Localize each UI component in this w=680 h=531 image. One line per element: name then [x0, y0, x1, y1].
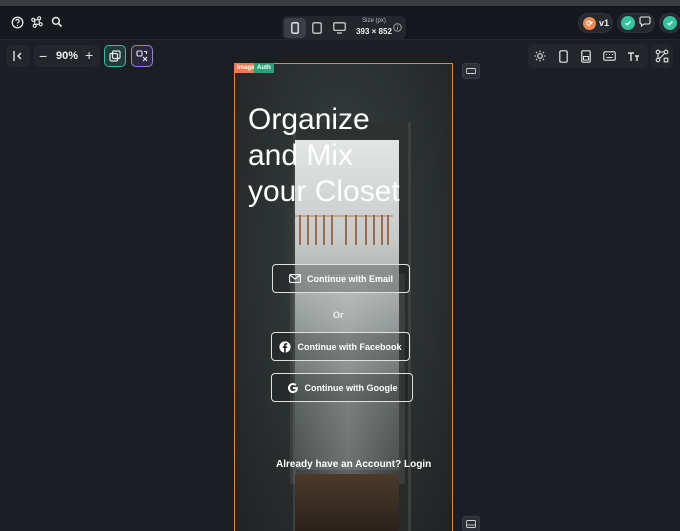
- search-icon[interactable]: [50, 15, 64, 29]
- google-button-label: Continue with Google: [304, 382, 398, 393]
- zoom-control: − 90% +: [34, 45, 100, 67]
- login-link[interactable]: Already have an Account? Login: [276, 459, 431, 470]
- desktop-device-button[interactable]: [328, 18, 350, 38]
- user-avatar-icon: ⟳: [583, 16, 596, 30]
- calculator-icon[interactable]: [579, 49, 593, 63]
- hanger: [387, 215, 389, 245]
- chat-icon: [639, 14, 651, 32]
- preview-tools: [528, 44, 648, 68]
- email-button-label: Continue with Email: [306, 273, 393, 284]
- continue-facebook-button[interactable]: Continue with Facebook: [271, 332, 410, 361]
- hanger: [307, 215, 309, 245]
- continue-google-button[interactable]: Continue with Google: [271, 373, 413, 402]
- mobile-preview-icon[interactable]: [556, 49, 570, 63]
- frame-height-handle[interactable]: [462, 516, 480, 531]
- hanger: [381, 215, 383, 245]
- hanger: [345, 215, 347, 245]
- design-mode-button[interactable]: [131, 45, 153, 67]
- version-label: v1: [599, 18, 610, 28]
- command-icon[interactable]: [30, 15, 44, 29]
- zoom-out-button[interactable]: −: [39, 48, 47, 64]
- collapse-left-icon: [13, 51, 22, 61]
- mail-icon: [289, 274, 301, 283]
- version-pill[interactable]: ⟳ v1: [578, 13, 613, 33]
- continue-email-button[interactable]: Continue with Email: [272, 264, 410, 293]
- tablet-icon: [312, 22, 322, 34]
- publish-pill[interactable]: [659, 13, 680, 33]
- hanger: [315, 215, 317, 245]
- facebook-icon: [279, 340, 292, 353]
- keyboard-icon[interactable]: [602, 49, 616, 63]
- status-pill[interactable]: [617, 13, 655, 33]
- copy-layers-icon: [109, 50, 121, 62]
- tablet-device-button[interactable]: [306, 18, 328, 38]
- layers-toggle-button[interactable]: [104, 45, 126, 67]
- google-icon: [287, 382, 299, 394]
- collapse-sidebar-button[interactable]: [6, 45, 30, 67]
- hanger: [299, 215, 301, 245]
- or-separator: Or: [333, 310, 344, 320]
- hanger: [355, 215, 357, 245]
- frame-tag-auth[interactable]: Auth: [254, 63, 274, 73]
- frame-width-handle[interactable]: [462, 63, 480, 79]
- flow-view-button[interactable]: [651, 44, 673, 68]
- check-icon: [663, 16, 677, 30]
- flow-nodes-icon: [655, 49, 669, 63]
- design-tool-icon: [136, 50, 148, 62]
- resize-horizontal-icon: [466, 68, 476, 74]
- wooden-floor: [295, 474, 399, 531]
- hanger: [323, 215, 325, 245]
- info-icon[interactable]: [392, 22, 402, 32]
- monitor-icon: [332, 22, 346, 34]
- sun-icon[interactable]: [533, 49, 547, 63]
- hanger: [373, 215, 375, 245]
- device-selector: Size (px) 393 × 852: [282, 16, 406, 40]
- hanger: [331, 215, 333, 245]
- zoom-in-button[interactable]: +: [85, 47, 93, 63]
- size-label: Size (px): [362, 18, 386, 24]
- size-value: 393 × 852: [356, 27, 392, 36]
- hero-title: Organize and Mix your Closet: [248, 103, 400, 208]
- phone-icon: [291, 22, 299, 34]
- facebook-button-label: Continue with Facebook: [297, 341, 402, 352]
- text-size-icon[interactable]: [626, 49, 640, 63]
- zoom-level: 90%: [56, 50, 79, 62]
- hanger: [365, 215, 367, 245]
- hanging-rod: [295, 215, 393, 217]
- phone-device-button[interactable]: [284, 18, 306, 38]
- resize-vertical-icon: [466, 520, 476, 528]
- device-size-readout: Size (px) 393 × 852: [354, 17, 394, 39]
- top-bar: Size (px) 393 × 852 ⟳ v1: [0, 6, 680, 40]
- check-icon: [621, 16, 635, 30]
- help-icon[interactable]: [10, 15, 24, 29]
